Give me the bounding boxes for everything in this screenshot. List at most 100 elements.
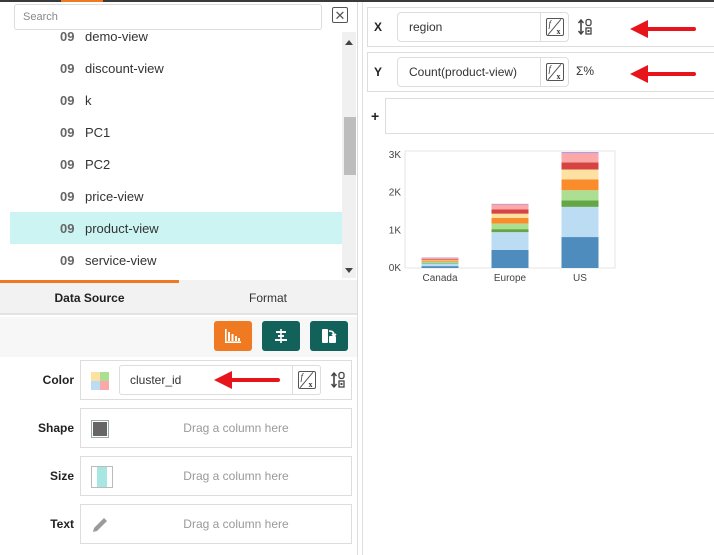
formula-icon: fx: [297, 371, 316, 389]
numeric-type-icon: 09: [60, 92, 75, 108]
stacked-bar-chart: 0K 1K 2K 3K Canada Europe US: [389, 150, 616, 284]
numeric-type-icon: 09: [60, 124, 75, 140]
bar-segment[interactable]: [421, 260, 459, 262]
field-label: PC1: [85, 124, 111, 140]
bar-segment[interactable]: [561, 162, 599, 170]
numeric-type-icon: 09: [60, 252, 75, 268]
field-label: product-view: [85, 220, 159, 236]
list-item[interactable]: 09 PC2: [0, 148, 342, 180]
panel-divider: [362, 2, 363, 555]
bar-segment[interactable]: [491, 203, 529, 205]
panel-tabs: Data Source Format: [0, 280, 357, 315]
align-button[interactable]: [262, 321, 300, 351]
color-palette-icon[interactable]: [91, 372, 109, 390]
clear-search-button[interactable]: ✕: [332, 7, 348, 23]
bar-segment[interactable]: [561, 179, 599, 191]
field-label: service-view: [85, 252, 157, 268]
bar-segment[interactable]: [421, 266, 459, 268]
sort-icon[interactable]: [576, 18, 594, 36]
bar-segment[interactable]: [491, 209, 529, 214]
chart-toolbar: [0, 317, 357, 357]
list-item[interactable]: 09 service-view: [0, 244, 342, 276]
field-label: demo-view: [85, 32, 148, 44]
add-icon: +: [371, 108, 380, 124]
bar-segment[interactable]: [421, 263, 459, 267]
annotation-arrow-icon: [630, 20, 696, 38]
size-label: Size: [49, 469, 74, 483]
list-item[interactable]: 09 price-view: [0, 180, 342, 212]
x-axis-field-pill[interactable]: region fx: [397, 12, 569, 42]
y-axis-field-pill[interactable]: Count(product-view) fx: [397, 57, 569, 87]
bar-segment[interactable]: [491, 204, 529, 210]
align-center-icon: [275, 329, 287, 343]
list-item[interactable]: 09 demo-view: [0, 32, 342, 52]
scroll-down-arrow-icon[interactable]: [345, 268, 353, 273]
bar-segment[interactable]: [491, 213, 529, 218]
list-item[interactable]: 09 k: [0, 84, 342, 116]
bar-segment[interactable]: [561, 152, 599, 154]
field-label: k: [85, 92, 92, 108]
add-axis-drop-zone[interactable]: [385, 98, 714, 134]
chart-type-button[interactable]: [214, 321, 252, 351]
bar-segment[interactable]: [491, 249, 529, 268]
tab-format[interactable]: Format: [179, 280, 357, 313]
shape-drop-placeholder[interactable]: Drag a column here: [121, 409, 351, 447]
bar-segment[interactable]: [421, 262, 459, 264]
bar-segment[interactable]: [491, 229, 529, 233]
formula-button[interactable]: fx: [292, 366, 320, 394]
text-drop-zone[interactable]: Drag a column here: [80, 504, 352, 544]
bar-segment[interactable]: [561, 206, 599, 238]
bar-segment[interactable]: [491, 223, 529, 230]
field-label: price-view: [85, 188, 144, 204]
bar-segment[interactable]: [561, 153, 599, 163]
y-axis-field-value: Count(product-view): [409, 65, 518, 79]
list-item-selected[interactable]: 09 product-view: [10, 212, 342, 244]
aggregate-sum-icon[interactable]: Σ%: [576, 64, 598, 82]
x-axis-field-value: region: [409, 20, 443, 34]
list-scrollbar[interactable]: [342, 32, 356, 278]
list-item[interactable]: 09 discount-view: [0, 52, 342, 84]
size-drop-placeholder[interactable]: Drag a column here: [121, 457, 351, 495]
numeric-type-icon: 09: [60, 156, 75, 172]
numeric-type-icon: 09: [60, 60, 75, 76]
x-axis-label: X: [374, 20, 383, 34]
numeric-type-icon: 09: [60, 32, 75, 44]
add-axis-row: +: [367, 98, 714, 134]
bar-segment[interactable]: [421, 258, 459, 260]
y-tick-label: 3K: [389, 150, 402, 161]
bar-segment[interactable]: [491, 232, 529, 250]
sort-icon[interactable]: [330, 371, 346, 389]
swap-axes-button[interactable]: [310, 321, 348, 351]
search-input[interactable]: [14, 4, 322, 30]
field-list: 09 demo-view 09 discount-view 09 k 09 PC…: [0, 32, 342, 278]
shape-drop-zone[interactable]: Drag a column here: [80, 408, 352, 448]
annotation-arrow-icon: [214, 371, 280, 389]
tab-data-source[interactable]: Data Source: [0, 280, 179, 313]
bar-segment[interactable]: [561, 237, 599, 268]
x-tick-label: Europe: [494, 273, 527, 284]
size-drop-zone[interactable]: Drag a column here: [80, 456, 352, 496]
pencil-icon[interactable]: [91, 516, 109, 534]
size-icon[interactable]: [91, 466, 113, 488]
scroll-thumb[interactable]: [344, 117, 356, 175]
bar-segment[interactable]: [561, 200, 599, 207]
bar-segment[interactable]: [421, 261, 459, 263]
bar-segment[interactable]: [561, 190, 599, 201]
color-field-value: cluster_id: [130, 373, 182, 387]
shape-square-icon[interactable]: [91, 420, 109, 438]
app-root: ✕ 09 demo-view 09 discount-view 09 k 09 …: [0, 0, 714, 555]
bar-segment[interactable]: [421, 259, 459, 261]
bar-segment[interactable]: [561, 169, 599, 180]
swap-icon: [322, 329, 337, 343]
bar-segment[interactable]: [491, 217, 529, 224]
list-item[interactable]: 09 PC1: [0, 116, 342, 148]
formula-button[interactable]: fx: [540, 13, 568, 41]
formula-button[interactable]: fx: [540, 58, 568, 86]
scroll-up-arrow-icon[interactable]: [345, 40, 353, 45]
field-label: discount-view: [85, 60, 164, 76]
text-drop-placeholder[interactable]: Drag a column here: [121, 505, 351, 543]
bar-segment[interactable]: [421, 257, 459, 259]
y-tick-label: 2K: [389, 188, 402, 199]
numeric-type-icon: 09: [60, 220, 75, 236]
text-binding-row: Text Drag a column here: [0, 504, 357, 544]
